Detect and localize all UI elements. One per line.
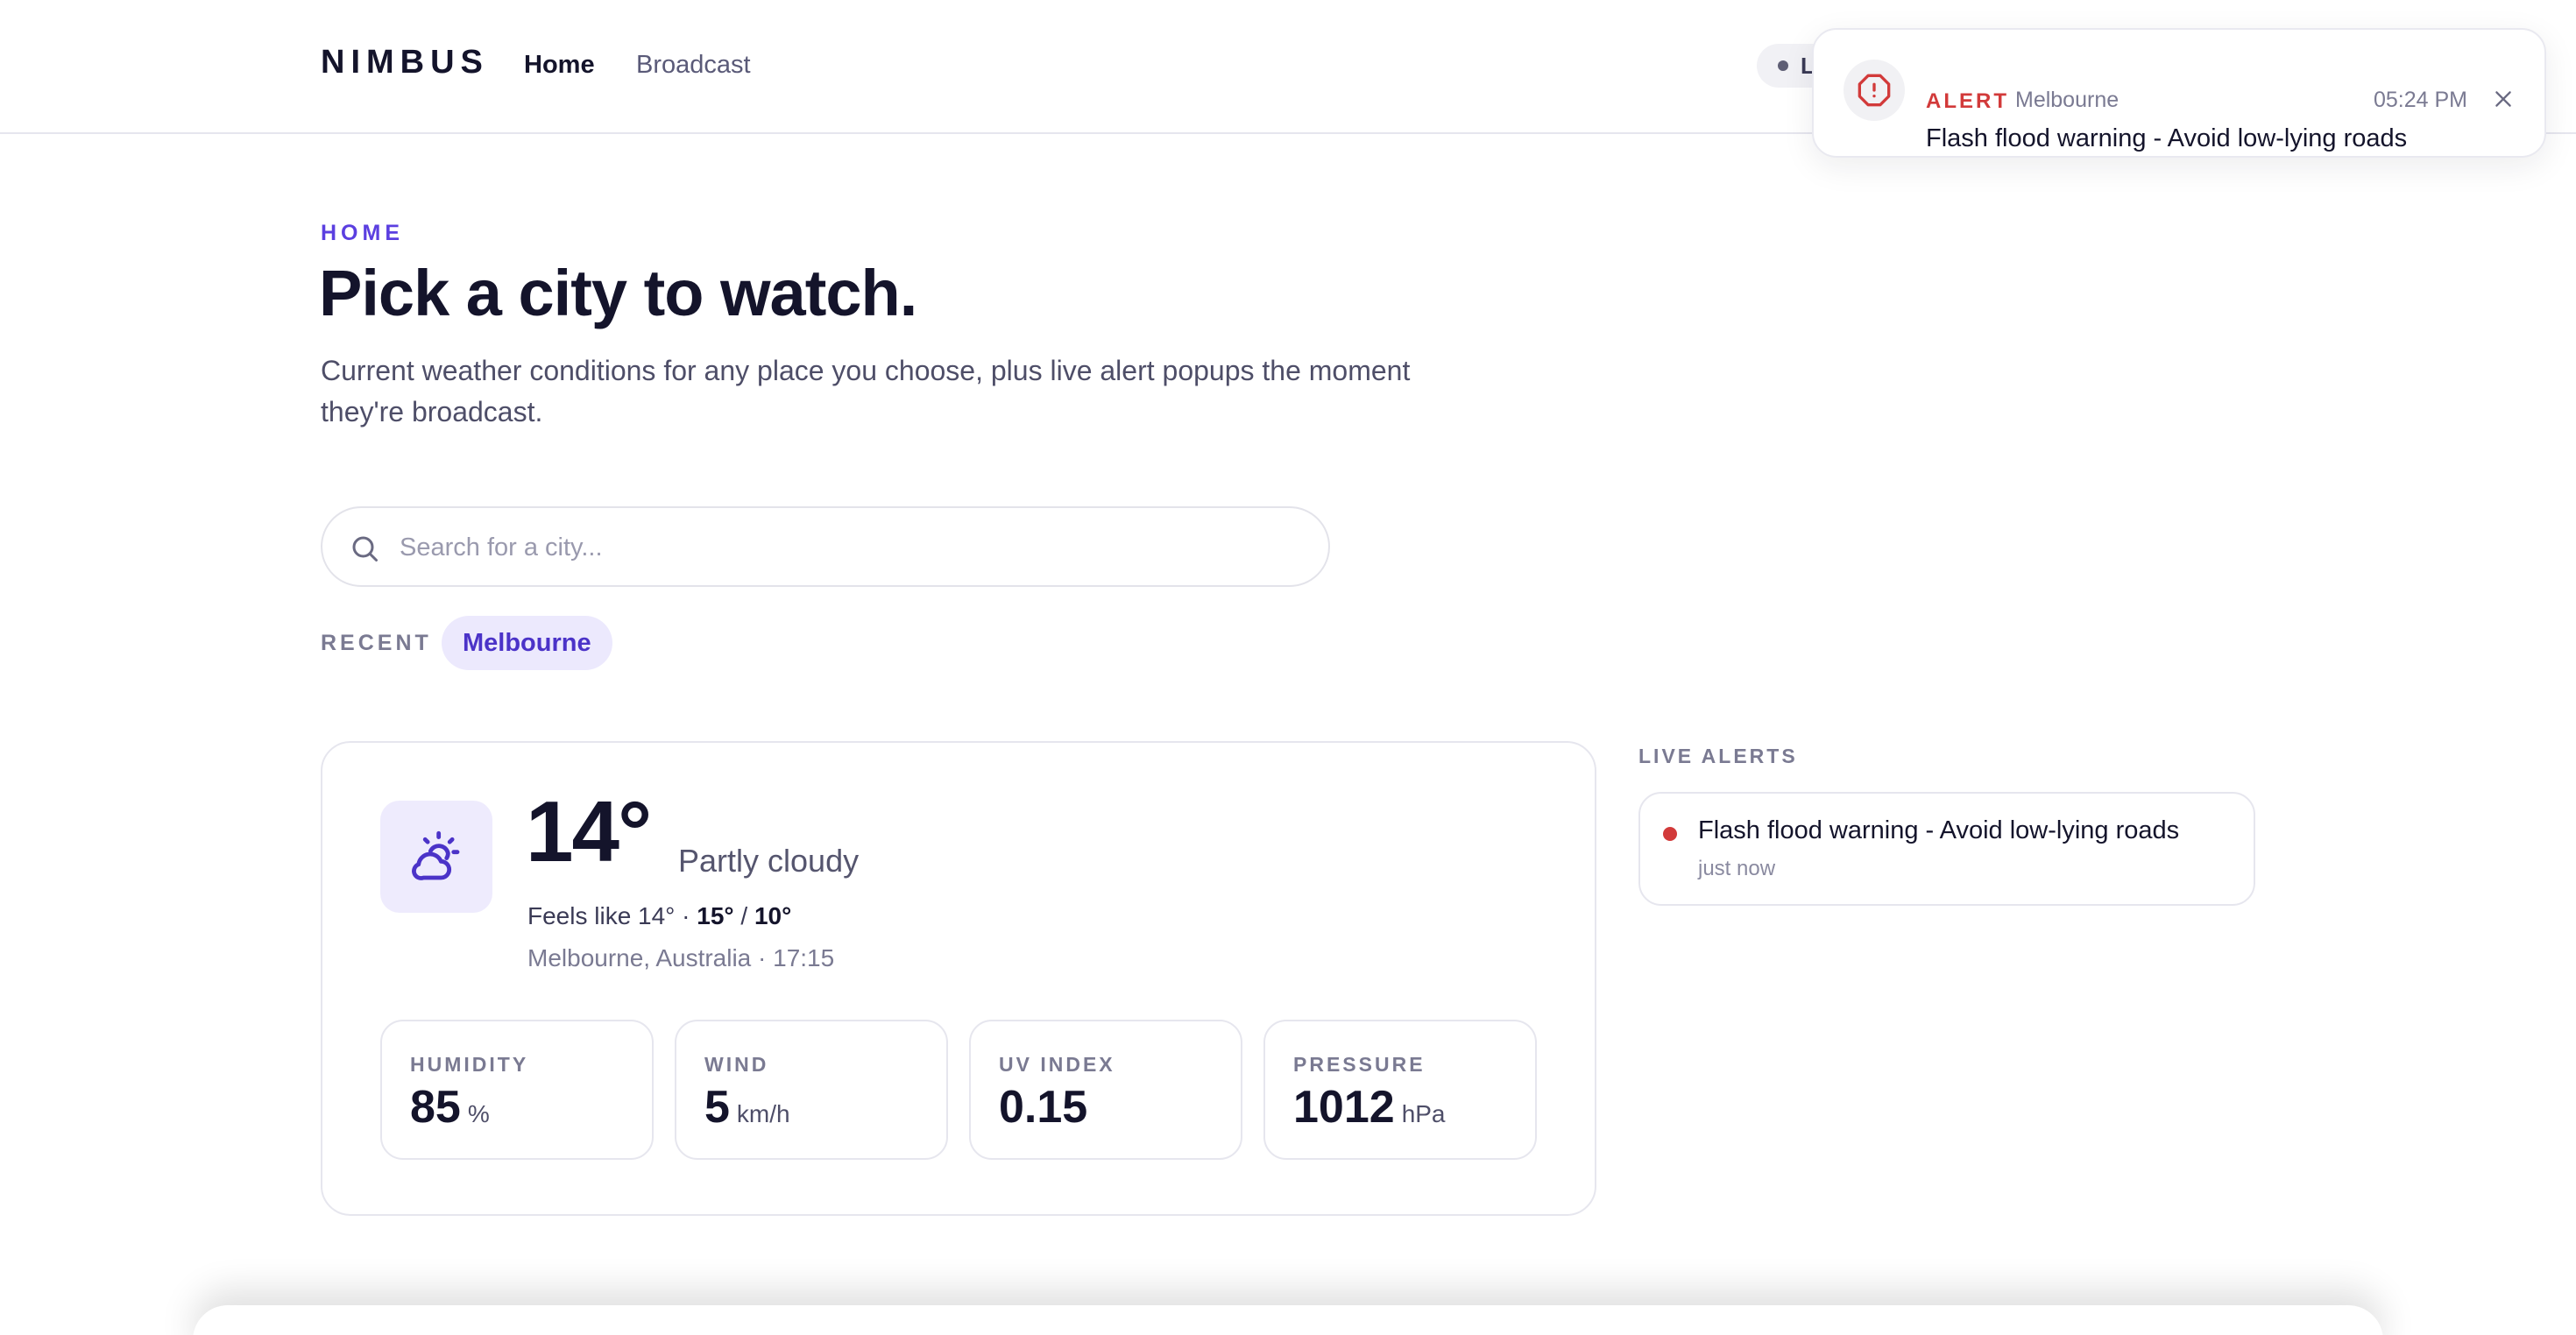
bottom-panel-edge xyxy=(193,1305,2383,1335)
search-input[interactable] xyxy=(400,522,1302,573)
stat-value: 0.15 xyxy=(999,1081,1094,1134)
toast-message: Flash flood warning - Avoid low-lying ro… xyxy=(1926,124,2408,152)
brand-logo[interactable]: NIMBUS xyxy=(321,44,489,81)
stat-unit: % xyxy=(467,1100,490,1127)
stat-label: UV INDEX xyxy=(999,1053,1115,1076)
partly-cloudy-icon xyxy=(380,801,492,913)
alert-status-dot xyxy=(1663,827,1677,841)
alert-octagon-icon xyxy=(1844,60,1905,121)
nav-home-link[interactable]: Home xyxy=(524,51,595,80)
stat-unit: hPa xyxy=(1401,1100,1446,1127)
weather-card: 14° Partly cloudy Feels like 14° · 15° /… xyxy=(321,741,1596,1216)
alert-text: Flash flood warning - Avoid low-lying ro… xyxy=(1698,816,2180,844)
stat-number: 1012 xyxy=(1293,1082,1395,1133)
toast-city: Melbourne xyxy=(2015,88,2120,112)
location-time: Melbourne, Australia · 17:15 xyxy=(527,944,835,971)
search-icon xyxy=(352,536,378,562)
stat-label: PRESSURE xyxy=(1293,1053,1426,1076)
stat-label: WIND xyxy=(704,1053,769,1076)
stat-uv-index: UV INDEX 0.15 xyxy=(969,1020,1242,1160)
close-icon[interactable] xyxy=(2488,84,2518,114)
stat-unit: km/h xyxy=(736,1100,790,1127)
low-temp: 10° xyxy=(754,902,792,929)
stat-number: 85 xyxy=(410,1082,461,1133)
live-status-dot xyxy=(1778,60,1788,71)
city-search-box[interactable] xyxy=(321,506,1330,587)
weather-condition: Partly cloudy xyxy=(678,843,860,879)
live-alert-item[interactable]: Flash flood warning - Avoid low-lying ro… xyxy=(1638,792,2255,906)
alert-toast[interactable]: ALERT Melbourne 05:24 PM Flash flood war… xyxy=(1812,28,2546,158)
recent-label: RECENT xyxy=(321,631,432,655)
feels-like-text: Feels like 14° · xyxy=(527,902,697,929)
toast-time: 05:24 PM xyxy=(2373,88,2467,112)
alert-time: just now xyxy=(1698,857,1776,880)
temp-separator: / xyxy=(733,902,754,929)
stat-humidity: HUMIDITY 85% xyxy=(380,1020,654,1160)
toast-tag: ALERT xyxy=(1926,89,2009,113)
stat-value: 85% xyxy=(410,1081,490,1134)
nav-broadcast-link[interactable]: Broadcast xyxy=(636,51,751,80)
high-temp: 15° xyxy=(697,902,734,929)
stat-value: 1012 hPa xyxy=(1293,1081,1446,1134)
stat-wind: WIND 5 km/h xyxy=(675,1020,948,1160)
page-subtitle: Current weather conditions for any place… xyxy=(321,355,1411,427)
stat-number: 0.15 xyxy=(999,1082,1088,1133)
live-alerts-label: LIVE ALERTS xyxy=(1638,745,1798,767)
page-eyebrow: HOME xyxy=(321,221,404,245)
stat-number: 5 xyxy=(704,1082,730,1133)
current-temperature: 14° xyxy=(526,783,652,879)
feels-like-line: Feels like 14° · 15° / 10° xyxy=(527,902,791,930)
recent-city-chip[interactable]: Melbourne xyxy=(442,616,612,670)
stat-pressure: PRESSURE 1012 hPa xyxy=(1263,1020,1537,1160)
stat-value: 5 km/h xyxy=(704,1081,790,1134)
stat-label: HUMIDITY xyxy=(410,1053,529,1076)
page-title: Pick a city to watch. xyxy=(319,257,917,329)
page: NIMBUS Home Broadcast L ALERT Melbourne … xyxy=(0,0,2576,1335)
